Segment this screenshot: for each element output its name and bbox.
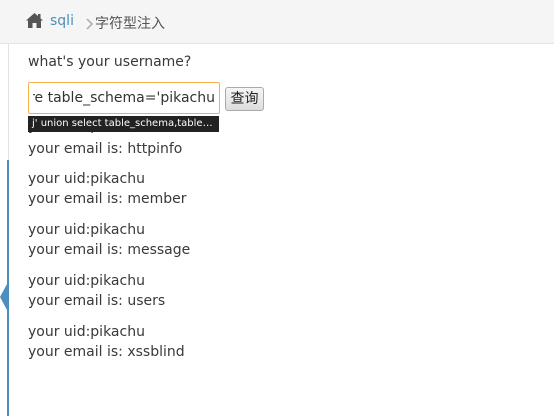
home-icon[interactable] — [25, 12, 44, 29]
breadcrumb-link-sqli[interactable]: sqli — [50, 13, 74, 29]
result-uid: your uid:pikachu — [28, 222, 145, 238]
query-button[interactable]: 查询 — [225, 87, 264, 111]
result-uid: your uid:pikachu — [28, 324, 145, 340]
autocomplete-suggestion[interactable]: j' union select table_schema,table_na... — [28, 116, 219, 132]
result-email: your email is: httpinfo — [28, 141, 183, 157]
breadcrumb-current: 字符型注入 — [95, 16, 165, 32]
chevron-right-icon — [84, 15, 94, 30]
result-item: your uid:pikachu your email is: xssblind — [28, 322, 528, 373]
result-email: your email is: users — [28, 293, 166, 309]
result-uid: your uid:pikachu — [28, 171, 145, 187]
breadcrumb-bar: sqli 字符型注入 — [0, 0, 554, 44]
result-uid: your uid:pikachu — [28, 273, 145, 289]
sidebar-active-accent — [7, 160, 9, 416]
result-item: your uid:pikachu your email is: member — [28, 169, 528, 220]
result-email: your email is: xssblind — [28, 344, 185, 360]
result-item: your uid:pikachu your email is: message — [28, 220, 528, 271]
sidebar-active-arrow — [0, 284, 7, 310]
results-list: your email is: httpinfo your uid:pikachu… — [28, 139, 528, 373]
username-input[interactable] — [28, 82, 220, 114]
result-email: your email is: member — [28, 191, 187, 207]
result-email: your email is: message — [28, 242, 191, 258]
result-item: your email is: httpinfo — [28, 139, 528, 169]
result-item: your uid:pikachu your email is: users — [28, 271, 528, 322]
form-question: what's your username? — [28, 54, 192, 70]
